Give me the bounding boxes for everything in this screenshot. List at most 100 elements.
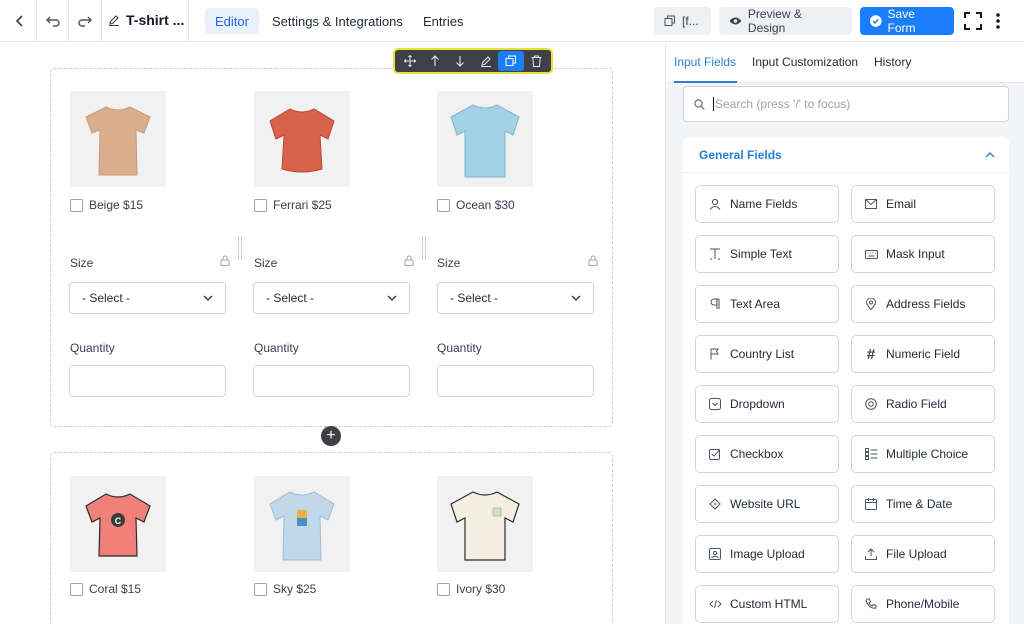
field-label: Country List <box>730 347 795 361</box>
field-address-fields[interactable]: Address Fields <box>851 285 995 323</box>
field-label: Custom HTML <box>730 597 808 611</box>
size-label: Size <box>254 256 278 270</box>
quantity-input[interactable] <box>437 365 594 397</box>
sidebar-tabs: Input Fields Input Customization History <box>666 43 1024 83</box>
size-select[interactable]: - Select - <box>437 282 594 314</box>
form-title-text: T-shirt ... <box>126 12 185 28</box>
divider <box>68 0 69 42</box>
field-checkbox[interactable]: Checkbox <box>695 435 839 473</box>
field-dropdown[interactable]: Dropdown <box>695 385 839 423</box>
product-image-beige <box>70 91 166 187</box>
divider <box>101 0 102 42</box>
section-title: General Fields <box>699 147 782 162</box>
field-text-area[interactable]: Text Area <box>695 285 839 323</box>
fields-sidebar: Input Fields Input Customization History… <box>665 43 1024 624</box>
field-image-upload[interactable]: Image Upload <box>695 535 839 573</box>
tab-input-customization[interactable]: Input Customization <box>752 55 858 69</box>
checkbox[interactable] <box>254 198 267 212</box>
text-caret <box>713 97 714 111</box>
field-mask-input[interactable]: Mask Input <box>851 235 995 273</box>
product-option-ferrari[interactable]: Ferrari $25 <box>254 198 332 212</box>
field-simple-text[interactable]: Simple Text <box>695 235 839 273</box>
size-label: Size <box>437 256 461 270</box>
edit-icon[interactable] <box>473 51 498 71</box>
tab-history[interactable]: History <box>874 55 911 69</box>
checkbox[interactable] <box>70 198 83 212</box>
checkbox[interactable] <box>254 582 267 596</box>
field-website-url[interactable]: Website URL <box>695 485 839 523</box>
undo-icon[interactable] <box>40 8 66 34</box>
field-multiple-choice[interactable]: Multiple Choice <box>851 435 995 473</box>
general-fields-header[interactable]: General Fields <box>683 137 1009 173</box>
move-icon[interactable] <box>397 51 422 71</box>
copy-icon <box>664 15 675 26</box>
add-element-button[interactable]: + <box>321 426 341 446</box>
arrow-up-icon[interactable] <box>422 51 447 71</box>
size-select[interactable]: - Select - <box>69 282 226 314</box>
product-label: Ivory $30 <box>456 582 506 596</box>
general-fields-panel: General Fields Name Fields Simple Text T… <box>683 137 1009 624</box>
trash-icon[interactable] <box>524 51 549 71</box>
size-select[interactable]: - Select - <box>253 282 410 314</box>
chevron-down-icon <box>571 295 581 301</box>
select-value: - Select - <box>450 291 499 305</box>
back-icon[interactable] <box>7 8 33 34</box>
preview-design-button[interactable]: Preview & Design <box>719 7 852 35</box>
field-search-input[interactable]: Search (press '/' to focus) <box>683 86 1009 122</box>
field-settings-icon[interactable] <box>404 253 414 271</box>
user-icon <box>708 197 722 211</box>
form-title[interactable]: T-shirt ... <box>108 12 184 28</box>
chevron-down-icon <box>387 295 397 301</box>
product-label: Ferrari $25 <box>273 198 332 212</box>
field-label: Text Area <box>730 297 781 311</box>
field-settings-icon[interactable] <box>220 253 230 271</box>
link-icon <box>708 497 722 511</box>
calendar-icon <box>864 497 878 511</box>
keyboard-icon <box>864 247 878 261</box>
field-label: Name Fields <box>730 197 798 211</box>
duplicate-icon[interactable] <box>498 51 524 71</box>
tab-input-fields[interactable]: Input Fields <box>674 55 736 69</box>
arrow-down-icon[interactable] <box>448 51 473 71</box>
quantity-input[interactable] <box>253 365 410 397</box>
checkbox[interactable] <box>437 582 450 596</box>
field-label: Checkbox <box>730 447 784 461</box>
column-resize-handle[interactable] <box>422 236 426 260</box>
product-option-ocean[interactable]: Ocean $30 <box>437 198 515 212</box>
save-form-button[interactable]: Save Form <box>860 7 954 35</box>
select-value: - Select - <box>266 291 315 305</box>
field-numeric-field[interactable]: # Numeric Field <box>851 335 995 373</box>
field-time-date[interactable]: Time & Date <box>851 485 995 523</box>
field-radio-field[interactable]: Radio Field <box>851 385 995 423</box>
product-label: Sky $25 <box>273 582 317 596</box>
fullscreen-icon[interactable] <box>960 8 986 34</box>
checkbox[interactable] <box>70 582 83 596</box>
shortcode-button[interactable]: [f... <box>654 7 711 35</box>
redo-icon[interactable] <box>72 8 98 34</box>
field-email[interactable]: Email <box>851 185 995 223</box>
product-image-ocean <box>437 91 533 187</box>
field-phone-mobile[interactable]: Phone/Mobile <box>851 585 995 623</box>
field-file-upload[interactable]: File Upload <box>851 535 995 573</box>
field-settings-icon[interactable] <box>588 253 598 271</box>
field-country-list[interactable]: Country List <box>695 335 839 373</box>
product-option-beige[interactable]: Beige $15 <box>70 198 143 212</box>
location-pin-icon <box>864 297 878 311</box>
tab-editor[interactable]: Editor <box>205 8 259 34</box>
product-option-coral[interactable]: Coral $15 <box>70 582 141 596</box>
field-label: Address Fields <box>886 297 966 311</box>
product-option-sky[interactable]: Sky $25 <box>254 582 316 596</box>
quantity-input[interactable] <box>69 365 226 397</box>
field-label: Simple Text <box>730 247 792 261</box>
product-option-ivory[interactable]: Ivory $30 <box>437 582 505 596</box>
phone-icon <box>864 597 878 611</box>
field-name-fields[interactable]: Name Fields <box>695 185 839 223</box>
more-options-icon[interactable] <box>985 8 1011 34</box>
tab-settings-integrations[interactable]: Settings & Integrations <box>262 8 413 34</box>
chevron-down-icon <box>203 295 213 301</box>
column-resize-handle[interactable] <box>238 236 242 260</box>
tab-entries[interactable]: Entries <box>413 8 473 34</box>
field-custom-html[interactable]: Custom HTML <box>695 585 839 623</box>
field-label: Image Upload <box>730 547 805 561</box>
checkbox[interactable] <box>437 198 450 212</box>
